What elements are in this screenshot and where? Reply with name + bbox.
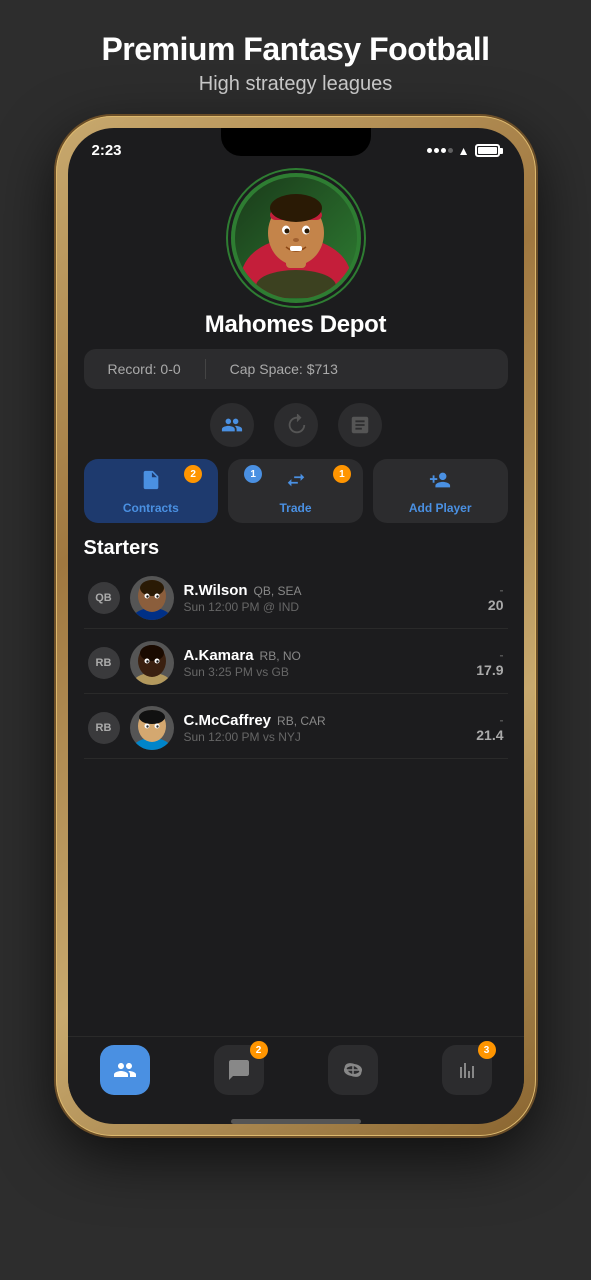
player-score: - 20 [472,583,504,613]
home-indicator [231,1119,361,1124]
status-icons: ▲ [427,144,500,158]
player-name: C.McCaffrey [184,712,272,729]
add-player-label: Add Player [409,501,472,515]
trade-badge-right: 1 [333,465,351,483]
trade-badge-left: 1 [244,465,262,483]
player-game: Sun 3:25 PM vs GB [184,665,462,679]
player-score: - 21.4 [472,713,504,743]
team-name: Mahomes Depot [205,311,386,339]
trade-label: Trade [280,501,312,515]
hero-title: Premium Fantasy Football [101,32,489,67]
battery-icon [475,144,500,157]
phone-screen: 2:23 ▲ [68,128,524,1124]
table-row[interactable]: QB R.Wils [84,568,508,629]
player-score: - 17.9 [472,648,504,678]
player-info: A.Kamara RB, NO Sun 3:25 PM vs GB [184,647,462,679]
avatar [130,576,174,620]
player-pos-team: QB, SEA [254,584,302,598]
player-game: Sun 12:00 PM vs NYJ [184,730,462,744]
contracts-icon [140,469,162,497]
player-list: QB R.Wils [84,568,508,759]
chat-tab-icon: 2 [214,1045,264,1095]
notch [221,128,371,156]
record-stat: Record: 0-0 [108,361,181,377]
contracts-badge: 2 [184,465,202,483]
icon-tab-row [210,403,382,447]
add-player-icon [429,469,451,497]
chat-badge: 2 [250,1041,268,1059]
avatar [130,706,174,750]
player-name: R.Wilson [184,582,248,599]
action-buttons-row: 2 Contracts 1 1 Trade [84,459,508,523]
wifi-icon: ▲ [458,144,470,158]
score-dash: - [472,713,504,727]
table-row[interactable]: RB A.Kama [84,633,508,694]
stats-tab-icon: 3 [442,1045,492,1095]
roster-tab-icon [100,1045,150,1095]
football-tab-icon [328,1045,378,1095]
stats-tab[interactable]: 3 [410,1045,524,1095]
football-tab[interactable] [296,1045,410,1095]
player-portrait [236,178,356,298]
phone-frame: 2:23 ▲ [56,116,536,1136]
starters-section-title: Starters [84,537,508,560]
player-pos-team: RB, CAR [277,714,326,728]
player-info: R.Wilson QB, SEA Sun 12:00 PM @ IND [184,582,462,614]
table-row[interactable]: RB [84,698,508,759]
trade-button[interactable]: 1 1 Trade [228,459,363,523]
team-avatar [231,173,361,303]
trade-icon [285,469,307,497]
notes-icon-tab[interactable] [338,403,382,447]
chat-tab[interactable]: 2 [182,1045,296,1095]
position-badge-rb2: RB [88,712,120,744]
score-dash: - [472,583,504,597]
hero-subtitle: High strategy leagues [199,73,392,96]
signal-icon [427,148,453,153]
bottom-tab-bar: 2 3 [68,1036,524,1115]
contracts-button[interactable]: 2 Contracts [84,459,219,523]
player-pos-team: RB, NO [260,649,301,663]
position-badge-rb1: RB [88,647,120,679]
status-time: 2:23 [92,142,122,159]
history-icon-tab[interactable] [274,403,318,447]
roster-icon-tab[interactable] [210,403,254,447]
contracts-label: Contracts [123,501,179,515]
stats-badge: 3 [478,1041,496,1059]
screen-content: Mahomes Depot Record: 0-0 Cap Space: $71… [68,163,524,1036]
stats-row: Record: 0-0 Cap Space: $713 [84,349,508,389]
add-player-button[interactable]: Add Player [373,459,508,523]
avatar [130,641,174,685]
position-badge-qb: QB [88,582,120,614]
score-dash: - [472,648,504,662]
stat-divider [205,359,206,379]
roster-tab[interactable] [68,1045,182,1095]
player-name: A.Kamara [184,647,254,664]
cap-space-stat: Cap Space: $713 [230,361,338,377]
player-info: C.McCaffrey RB, CAR Sun 12:00 PM vs NYJ [184,712,462,744]
player-game: Sun 12:00 PM @ IND [184,600,462,614]
